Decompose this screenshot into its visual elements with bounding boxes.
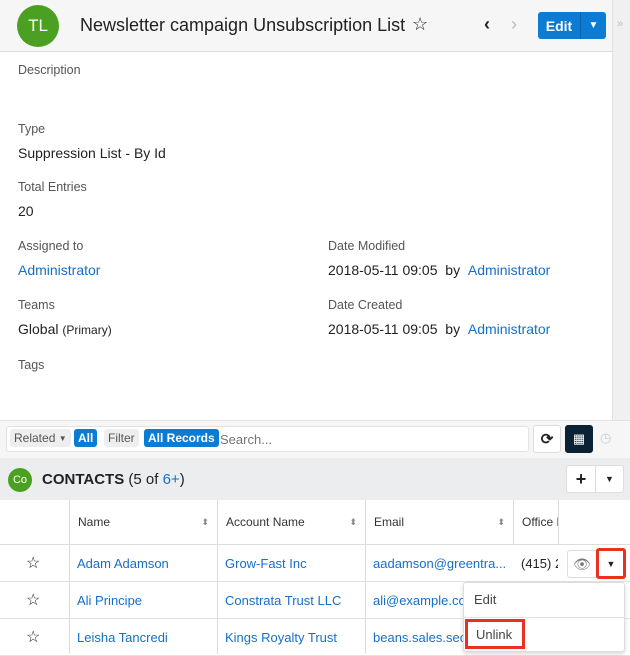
double-chevron-icon: »: [617, 18, 624, 30]
total-label: Total Entries: [18, 180, 87, 194]
sidebar-toggle[interactable]: »: [612, 0, 630, 420]
date: 2018-05-11 09:05: [328, 321, 438, 337]
search-input[interactable]: [220, 430, 520, 448]
count-end: ): [179, 471, 185, 488]
contact-name-link[interactable]: Ali Principe: [77, 582, 142, 619]
caret-down-icon: ▼: [58, 433, 67, 443]
divider: [217, 545, 218, 654]
favorite-star-icon[interactable]: ☆: [26, 545, 40, 582]
column-header-account[interactable]: Account Name ⬍: [217, 500, 365, 545]
email-link[interactable]: beans.sales.sect: [373, 619, 463, 656]
date-created-value: 2018-05-11 09:05 by Administrator: [328, 321, 550, 337]
column-label: Name: [78, 515, 111, 529]
column-actions: [558, 500, 630, 545]
favorite-star-icon[interactable]: ☆: [26, 582, 40, 619]
subpanel-title[interactable]: CONTACTS (5 of 6+): [42, 471, 185, 488]
column-header-email[interactable]: Email ⬍: [365, 500, 513, 545]
refresh-icon[interactable]: ⟳: [533, 425, 561, 453]
created-user-link[interactable]: Administrator: [468, 321, 550, 337]
favorite-star-icon[interactable]: ☆: [412, 14, 428, 35]
by: by: [445, 321, 461, 337]
filter-all-records-pill[interactable]: All Records: [144, 429, 219, 447]
related-dropdown[interactable]: Related ▼: [10, 429, 71, 447]
preview-eye-icon[interactable]: 👁: [567, 550, 597, 578]
create-button[interactable]: +: [566, 465, 596, 493]
date-modified-label: Date Modified: [328, 239, 406, 253]
account-link[interactable]: Kings Royalty Trust: [225, 619, 337, 656]
table-row: ☆ Adam Adamson Grow-Fast Inc aadamson@gr…: [0, 545, 630, 582]
caret-down-icon[interactable]: ▼: [581, 12, 606, 39]
edit-button[interactable]: Edit ▼: [538, 12, 606, 39]
divider: [365, 545, 366, 654]
menu-item-edit[interactable]: Edit: [474, 592, 496, 607]
next-record-icon[interactable]: ›: [511, 14, 517, 35]
assigned-label: Assigned to: [18, 239, 84, 253]
description-label: Description: [18, 63, 81, 77]
contact-name-link[interactable]: Adam Adamson: [77, 545, 169, 582]
row-actions-caret-icon[interactable]: ▼: [596, 548, 626, 579]
page-title: Newsletter campaign Unsubscription List: [80, 15, 406, 35]
activity-clock-icon[interactable]: ◷: [600, 430, 611, 446]
teams-value: Global (Primary): [18, 321, 112, 337]
count-more-link[interactable]: 6+: [163, 471, 180, 488]
column-label: Email: [374, 515, 405, 529]
date-created-label: Date Created: [328, 298, 403, 312]
team: Global: [18, 321, 59, 337]
column-header-name[interactable]: Name ⬍: [69, 500, 217, 545]
sort-icon[interactable]: ⬍: [201, 517, 209, 528]
account-link[interactable]: Grow-Fast Inc: [225, 545, 307, 582]
favorite-star-icon[interactable]: ☆: [26, 619, 40, 656]
teams-label: Teams: [18, 298, 55, 312]
date-modified-value: 2018-05-11 09:05 by Administrator: [328, 262, 550, 278]
contact-name-link[interactable]: Leisha Tancredi: [77, 619, 168, 656]
row-actions-menu: Edit Unlink: [463, 582, 625, 652]
divider: [464, 617, 624, 618]
column-header-office-phone[interactable]: Office P: [513, 500, 559, 545]
account-link[interactable]: Constrata Trust LLC: [225, 582, 341, 619]
filter-label[interactable]: Filter: [104, 429, 139, 447]
subpanel-actions-caret-icon[interactable]: ▼: [595, 465, 624, 493]
related-all-pill[interactable]: All: [74, 429, 98, 447]
by: by: [445, 262, 461, 278]
date: 2018-05-11 09:05: [328, 262, 438, 278]
modified-user-link[interactable]: Administrator: [468, 262, 550, 278]
previous-record-icon[interactable]: ‹: [484, 14, 490, 35]
assigned-user-link[interactable]: Administrator: [18, 262, 100, 278]
related-label[interactable]: Related: [14, 431, 55, 445]
divider: [69, 545, 70, 654]
sort-icon[interactable]: ⬍: [497, 517, 505, 528]
email-link[interactable]: ali@example.com: [373, 582, 463, 619]
avatar: TL: [17, 5, 59, 47]
menu-item-unlink[interactable]: Unlink: [465, 619, 525, 649]
contacts-label: CONTACTS: [42, 471, 125, 488]
email-link[interactable]: aadamson@greentra...: [373, 545, 509, 582]
column-label: Office P: [522, 515, 559, 529]
total-value: 20: [18, 203, 34, 219]
contacts-avatar: Co: [8, 468, 32, 492]
type-value: Suppression List - By Id: [18, 145, 166, 161]
sort-icon[interactable]: ⬍: [349, 517, 357, 528]
type-label: Type: [18, 122, 46, 136]
column-label: Account Name: [226, 515, 305, 529]
column-star: [0, 500, 70, 545]
office-phone: (415) 2: [521, 556, 558, 571]
primary: (Primary): [62, 323, 112, 337]
edit-label[interactable]: Edit: [538, 12, 581, 39]
list-view-icon[interactable]: ▦: [565, 425, 593, 453]
tags-label: Tags: [18, 358, 45, 372]
count: (5 of: [128, 471, 163, 488]
